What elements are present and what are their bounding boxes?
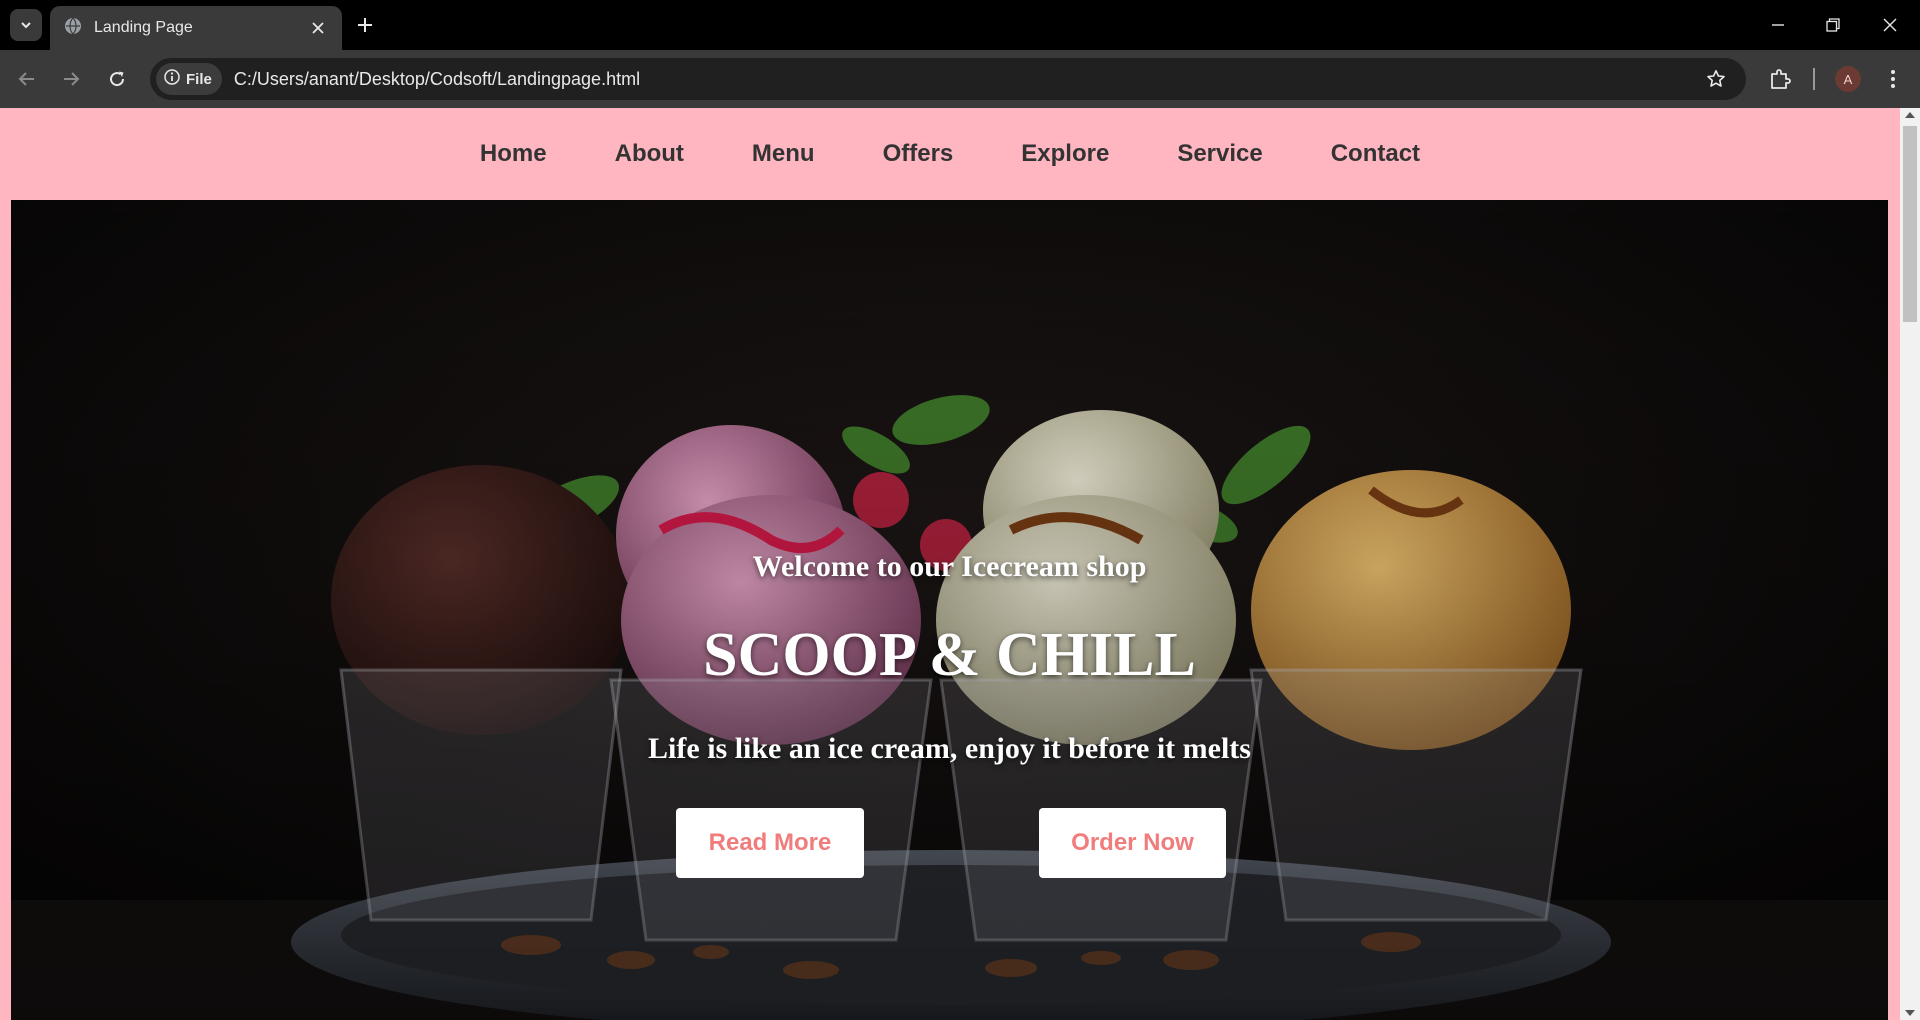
more-icon[interactable]: [1880, 66, 1906, 92]
order-now-button[interactable]: Order Now: [1039, 808, 1226, 878]
file-chip-label: File: [186, 70, 212, 88]
hero-tagline: Life is like an ice cream, enjoy it befo…: [648, 732, 1251, 765]
tab-title: Landing Page: [94, 19, 193, 36]
hero-title: SCOOP & CHILL: [703, 621, 1196, 689]
tab-search-icon[interactable]: [10, 9, 42, 41]
nav-service[interactable]: Service: [1177, 140, 1262, 168]
globe-icon: [64, 17, 82, 40]
back-icon[interactable]: [14, 66, 40, 92]
restore-icon[interactable]: [1820, 12, 1846, 38]
read-more-button[interactable]: Read More: [676, 808, 864, 878]
scroll-up-icon[interactable]: [1905, 112, 1915, 118]
page-viewport: Home About Menu Offers Explore Service C…: [0, 108, 1920, 1020]
nav-about[interactable]: About: [615, 140, 684, 168]
tab-strip: Landing Page: [0, 0, 1920, 50]
reload-icon[interactable]: [104, 66, 130, 92]
nav-offers[interactable]: Offers: [883, 140, 954, 168]
url-text[interactable]: C:/Users/anant/Desktop/Codsoft/Landingpa…: [234, 69, 640, 90]
window-close-icon[interactable]: [1877, 12, 1903, 38]
nav-contact[interactable]: Contact: [1331, 140, 1420, 168]
plus-icon[interactable]: [352, 12, 378, 38]
star-icon[interactable]: [1704, 67, 1728, 91]
nav-explore[interactable]: Explore: [1021, 140, 1109, 168]
address-bar[interactable]: File C:/Users/anant/Desktop/Codsoft/Land…: [150, 58, 1746, 100]
nav-home[interactable]: Home: [480, 140, 547, 168]
scroll-thumb[interactable]: [1903, 126, 1917, 322]
forward-icon[interactable]: [58, 66, 84, 92]
nav-menu[interactable]: Menu: [752, 140, 815, 168]
toolbar-divider: [1813, 68, 1815, 90]
avatar[interactable]: A: [1835, 66, 1861, 92]
hero-section: Welcome to our Icecream shop SCOOP & CHI…: [11, 200, 1888, 1020]
extensions-icon[interactable]: [1767, 66, 1793, 92]
scrollbar[interactable]: [1900, 108, 1920, 1020]
close-icon[interactable]: [308, 18, 328, 38]
site-info-chip[interactable]: File: [156, 63, 222, 95]
scroll-down-icon[interactable]: [1905, 1010, 1915, 1016]
browser-tab[interactable]: Landing Page: [50, 6, 342, 50]
info-icon: [164, 69, 180, 89]
hero-welcome: Welcome to our Icecream shop: [752, 550, 1147, 583]
browser-toolbar: File C:/Users/anant/Desktop/Codsoft/Land…: [0, 50, 1920, 108]
minimize-icon[interactable]: [1765, 12, 1791, 38]
hero-background-image: [11, 200, 1888, 1020]
main-nav: Home About Menu Offers Explore Service C…: [0, 108, 1900, 200]
